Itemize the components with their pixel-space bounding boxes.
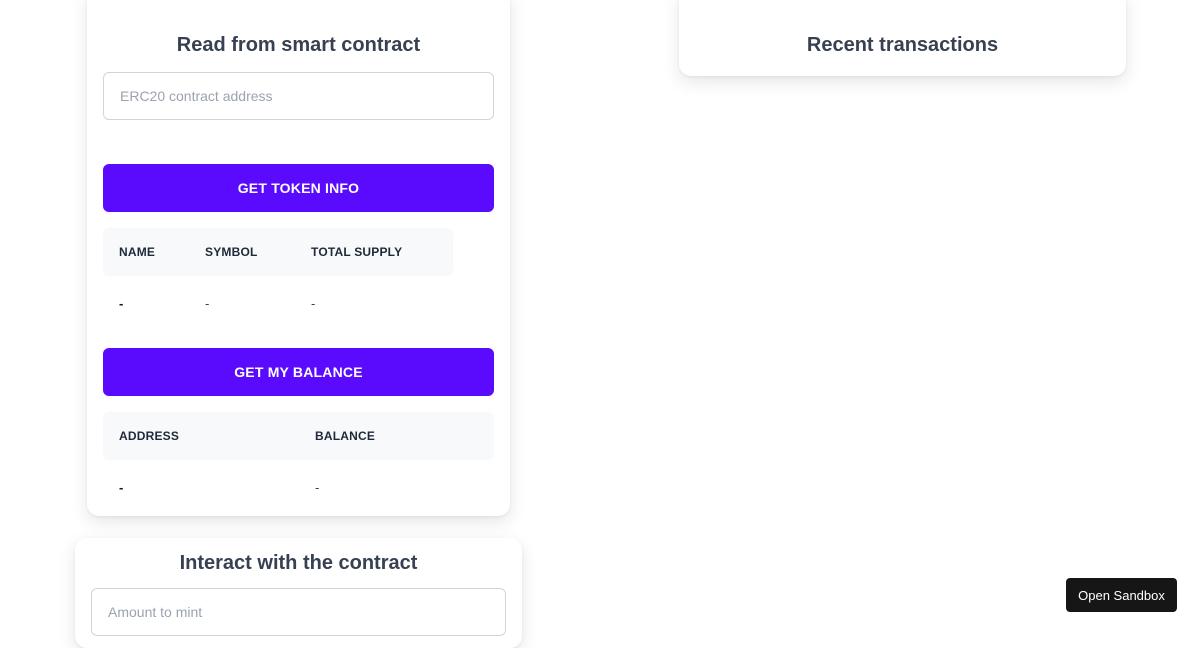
contract-address-input[interactable] — [103, 72, 494, 120]
token-symbol-value: - — [205, 296, 210, 311]
get-my-balance-button[interactable]: GET MY BALANCE — [103, 348, 494, 396]
token-total-supply-value: - — [311, 296, 316, 311]
token-header-name: NAME — [119, 245, 156, 259]
read-contract-title: Read from smart contract — [176, 34, 421, 56]
get-token-info-button[interactable]: GET TOKEN INFO — [103, 164, 494, 212]
amount-to-mint-input[interactable] — [91, 588, 506, 636]
balance-address-value: - — [119, 480, 124, 495]
open-sandbox-button[interactable]: Open Sandbox — [1066, 578, 1177, 612]
interact-contract-card: Interact with the contract — [75, 538, 522, 648]
read-contract-card: Read from smart contract GET TOKEN INFO … — [87, 0, 510, 516]
balance-amount-value: - — [315, 480, 320, 495]
balance-table-header: ADDRESS BALANCE — [103, 412, 494, 460]
recent-transactions-card: Recent transactions — [679, 0, 1126, 76]
token-header-total-supply: TOTAL SUPPLY — [311, 245, 403, 259]
balance-header-balance: BALANCE — [315, 429, 376, 443]
recent-transactions-title: Recent transactions — [806, 34, 999, 56]
token-header-symbol: SYMBOL — [205, 245, 258, 259]
balance-header-address: ADDRESS — [119, 429, 180, 443]
token-table-header: NAME SYMBOL TOTAL SUPPLY — [103, 228, 453, 276]
token-name-value: - — [119, 296, 124, 311]
interact-contract-title: Interact with the contract — [179, 552, 418, 574]
